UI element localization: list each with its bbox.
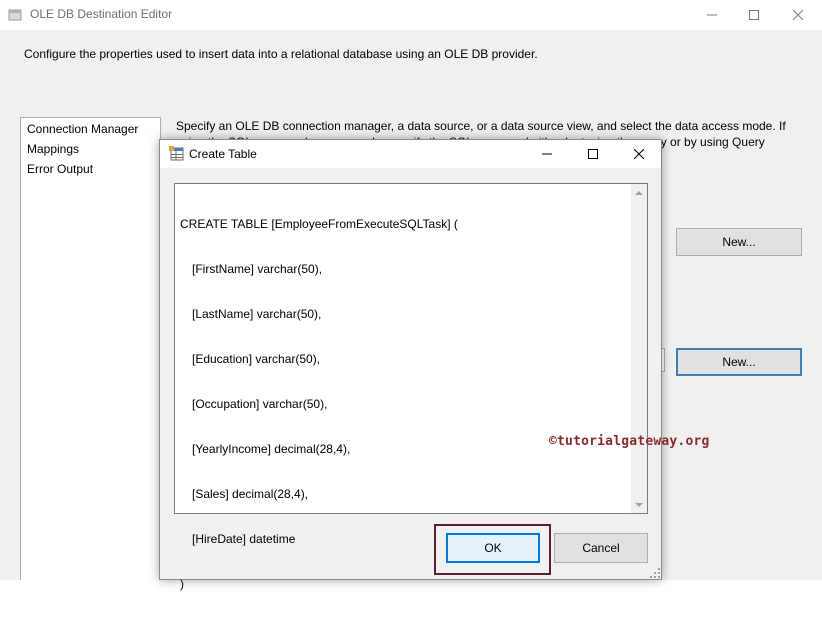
- resize-grip-icon[interactable]: [649, 567, 661, 579]
- left-navigation: Connection Manager Mappings Error Output: [20, 117, 161, 580]
- maximize-icon: [588, 149, 598, 159]
- nav-item-mappings[interactable]: Mappings: [27, 142, 79, 156]
- sql-textarea[interactable]: CREATE TABLE [EmployeeFromExecuteSQLTask…: [174, 183, 648, 591]
- scroll-up-button[interactable]: [631, 184, 647, 200]
- scroll-down-button[interactable]: [631, 497, 647, 513]
- window-title: OLE DB Destination Editor: [30, 7, 173, 21]
- vertical-scrollbar[interactable]: [631, 184, 647, 513]
- nav-item-error-output[interactable]: Error Output: [27, 162, 93, 176]
- create-table-dialog: Create Table CREATE TABLE [EmployeeFromE…: [159, 139, 662, 591]
- close-button[interactable]: [776, 0, 820, 30]
- close-icon: [793, 10, 803, 20]
- sql-line: ): [180, 577, 184, 591]
- dialog-minimize-button[interactable]: [524, 140, 570, 168]
- sql-line: [Education] varchar(50),: [192, 352, 321, 366]
- cancel-button[interactable]: Cancel: [554, 533, 648, 563]
- editor-description: Configure the properties used to insert …: [24, 47, 538, 61]
- sql-line: [LastName] varchar(50),: [192, 307, 322, 321]
- outer-titlebar: OLE DB Destination Editor: [0, 0, 822, 30]
- dialog-close-button[interactable]: [616, 140, 662, 168]
- maximize-button[interactable]: [732, 0, 776, 30]
- watermark: ©tutorialgateway.org: [549, 434, 710, 449]
- scroll-down-icon: [635, 502, 643, 507]
- nav-item-connection-manager[interactable]: Connection Manager: [27, 122, 138, 136]
- minimize-icon: [707, 14, 717, 16]
- ok-button[interactable]: OK: [446, 533, 540, 563]
- new-table-button[interactable]: New...: [676, 348, 802, 376]
- minimize-icon: [542, 153, 552, 155]
- new-connection-button[interactable]: New...: [676, 228, 802, 256]
- dialog-maximize-button[interactable]: [570, 140, 616, 168]
- sql-line: [FirstName] varchar(50),: [192, 262, 323, 276]
- sql-line: [Occupation] varchar(50),: [192, 397, 328, 411]
- sql-line: [Sales] decimal(28,4),: [192, 487, 309, 501]
- table-icon: [169, 146, 184, 161]
- maximize-icon: [749, 10, 759, 20]
- sql-line: CREATE TABLE [EmployeeFromExecuteSQLTask…: [180, 217, 458, 231]
- dialog-title: Create Table: [189, 147, 257, 161]
- scroll-up-icon: [635, 190, 643, 195]
- app-icon: [8, 9, 22, 21]
- minimize-button[interactable]: [690, 0, 734, 30]
- dialog-titlebar: Create Table: [160, 140, 661, 168]
- close-icon: [634, 149, 644, 159]
